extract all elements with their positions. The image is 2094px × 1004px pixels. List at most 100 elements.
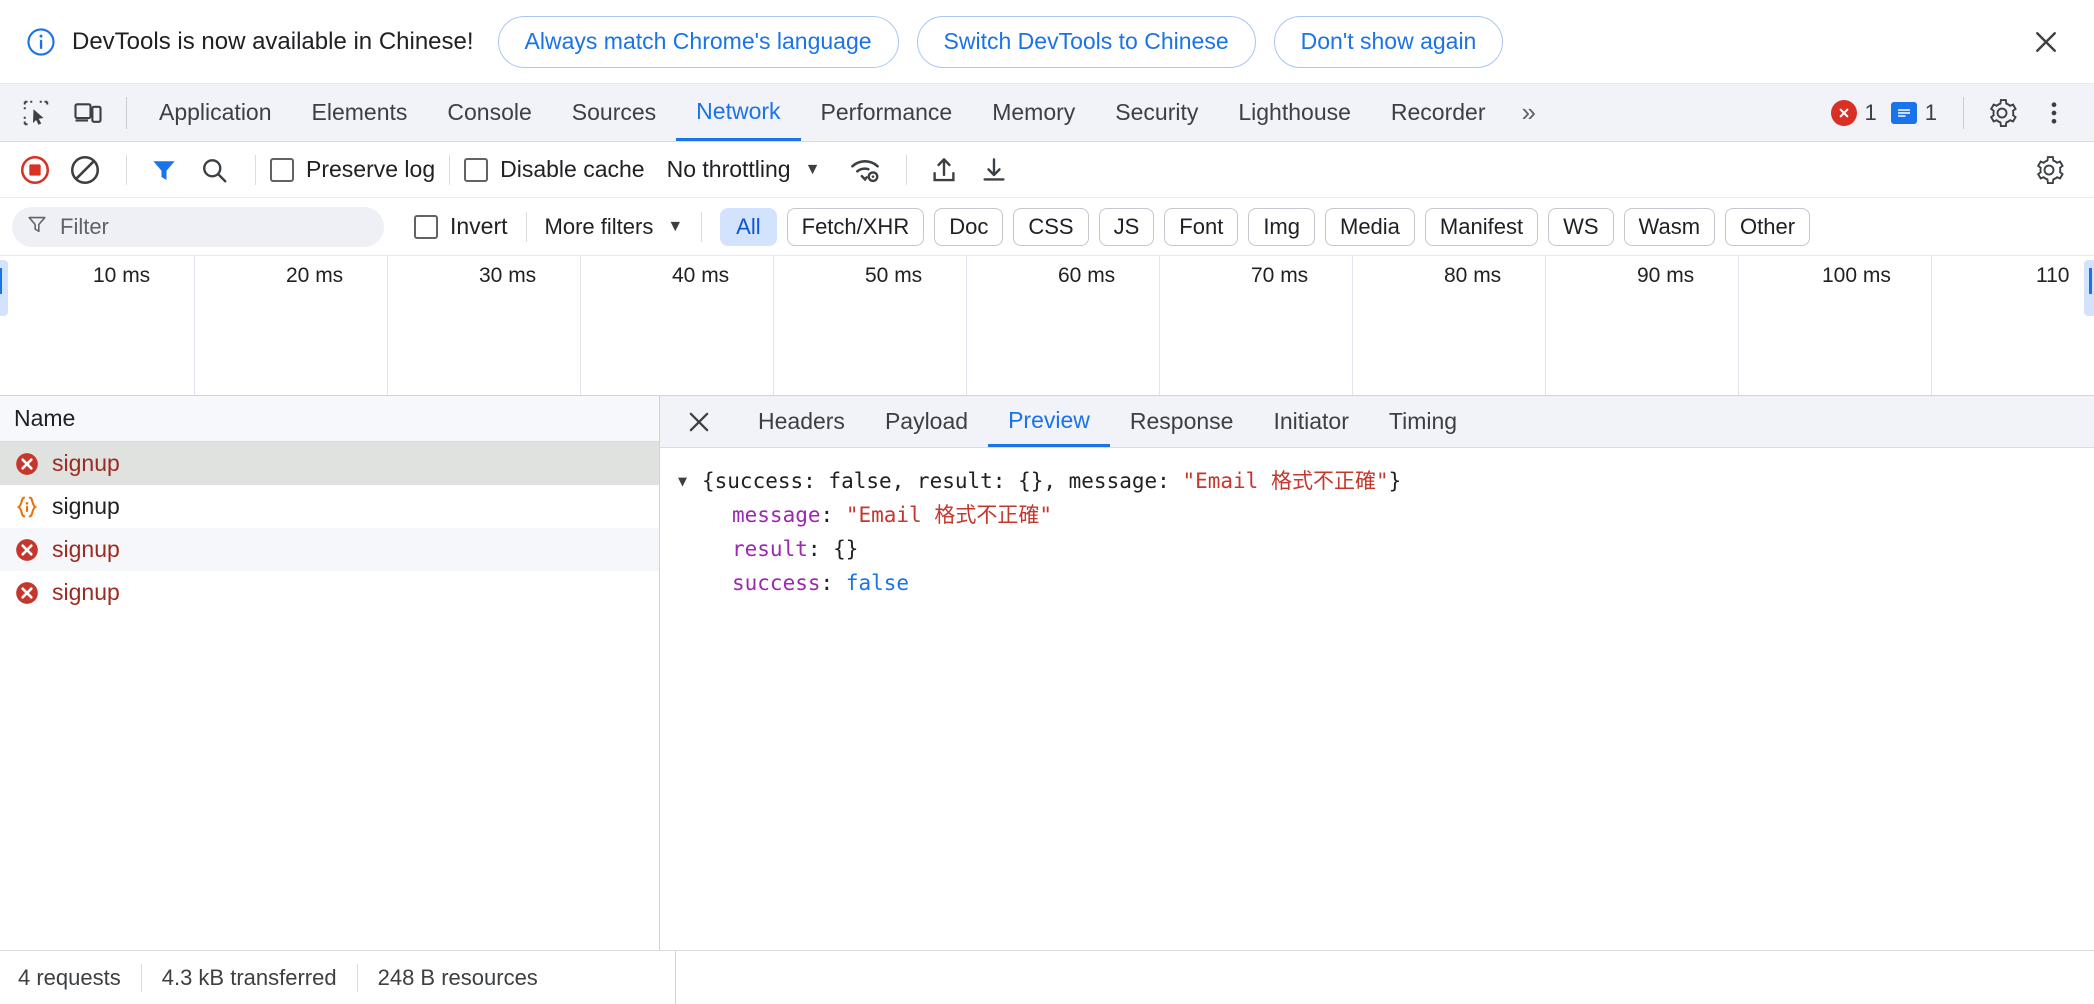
error-badge[interactable]: 1 (1830, 99, 1877, 126)
tab-headers[interactable]: Headers (738, 397, 865, 447)
tab-lighthouse[interactable]: Lighthouse (1218, 85, 1371, 141)
chip-fetch-xhr[interactable]: Fetch/XHR (786, 207, 925, 246)
request-name: signup (52, 579, 120, 605)
dont-show-again-button[interactable]: Don't show again (1273, 15, 1504, 68)
chip-ws[interactable]: WS (1548, 207, 1614, 246)
clear-button[interactable] (62, 147, 108, 193)
tab-initiator[interactable]: Initiator (1253, 397, 1368, 447)
upload-icon[interactable] (921, 147, 967, 193)
close-icon[interactable] (2024, 20, 2068, 64)
message-badge[interactable]: 1 (1890, 100, 1937, 126)
toolbar-divider-3 (449, 154, 451, 185)
language-banner: DevTools is now available in Chinese! Al… (0, 0, 2094, 84)
tab-security[interactable]: Security (1095, 85, 1218, 141)
toolbar-divider-4 (906, 154, 908, 185)
search-input[interactable]: Filter (12, 206, 384, 247)
error-icon (14, 537, 40, 563)
chip-all[interactable]: All (720, 207, 777, 246)
filter-bar: Filter Invert More filters ▼ All Fetch/X… (0, 198, 2094, 256)
table-row[interactable]: signup (0, 442, 659, 485)
kebab-menu-icon[interactable] (2032, 91, 2076, 135)
request-list-header: Name (0, 396, 659, 442)
chip-js[interactable]: JS (1098, 207, 1155, 246)
more-tabs-icon[interactable]: » (1506, 97, 1550, 128)
timeline-overview[interactable]: 10 ms 20 ms 30 ms 40 ms 50 ms 60 ms 70 m… (0, 256, 2094, 396)
status-bar: 4 requests 4.3 kB transferred 248 B reso… (0, 950, 2094, 1004)
tick-label: 20 ms (286, 264, 344, 287)
table-row[interactable]: signup (0, 485, 659, 528)
chip-other[interactable]: Other (1725, 207, 1811, 246)
json-property-message[interactable]: message : "Email 格式不正確" (678, 498, 2094, 532)
invert-checkbox[interactable]: Invert (414, 213, 508, 240)
tick-label: 50 ms (865, 264, 923, 287)
tab-preview[interactable]: Preview (988, 397, 1110, 447)
tab-timing[interactable]: Timing (1369, 397, 1477, 447)
tab-network[interactable]: Network (676, 85, 801, 141)
json-summary-line[interactable]: ▼ {success: false, result: {}, message: … (678, 464, 2094, 498)
tab-console[interactable]: Console (427, 85, 551, 141)
json-value: false (845, 571, 910, 595)
chevron-down-icon: ▼ (667, 217, 684, 235)
request-detail-pane: Headers Payload Preview Response Initiat… (660, 396, 2094, 950)
json-key: message (732, 503, 821, 527)
column-header-name: Name (14, 405, 76, 431)
invert-label: Invert (450, 213, 508, 239)
tab-response[interactable]: Response (1110, 397, 1254, 447)
always-match-language-button[interactable]: Always match Chrome's language (497, 15, 899, 68)
gear-icon[interactable] (1980, 91, 2024, 135)
json-property-result[interactable]: result : {} (678, 532, 2094, 566)
more-filters-dropdown[interactable]: More filters ▼ (545, 214, 684, 240)
tick-label: 30 ms (479, 264, 537, 287)
chip-manifest[interactable]: Manifest (1424, 207, 1539, 246)
download-icon[interactable] (971, 147, 1017, 193)
tab-payload[interactable]: Payload (865, 397, 988, 447)
close-icon[interactable] (678, 401, 720, 443)
switch-to-chinese-button[interactable]: Switch DevTools to Chinese (916, 15, 1256, 68)
table-row[interactable]: signup (0, 571, 659, 614)
invert-box (414, 214, 438, 239)
chip-wasm[interactable]: Wasm (1623, 207, 1716, 246)
tab-application[interactable]: Application (139, 85, 292, 141)
gear-icon[interactable] (2026, 147, 2072, 193)
filter-icon[interactable] (141, 147, 187, 193)
overview-right-handle[interactable] (2084, 260, 2094, 316)
toolbar-divider-2 (255, 154, 256, 185)
expand-arrow-icon[interactable]: ▼ (678, 464, 698, 498)
chip-media[interactable]: Media (1325, 207, 1415, 246)
search-icon[interactable] (191, 147, 237, 193)
tab-elements[interactable]: Elements (292, 85, 428, 141)
error-icon (14, 451, 40, 477)
wifi-settings-icon[interactable] (842, 147, 888, 193)
device-toolbar-icon[interactable] (66, 91, 110, 135)
table-row[interactable]: signup (0, 528, 659, 571)
chip-css[interactable]: CSS (1013, 207, 1089, 246)
preserve-log-checkbox[interactable]: Preserve log (270, 156, 435, 183)
info-icon (26, 27, 56, 57)
chip-font[interactable]: Font (1164, 207, 1239, 246)
json-summary-string: "Email 格式不正確" (1182, 469, 1389, 493)
tabbar-divider (126, 96, 127, 129)
tick-label: 90 ms (1637, 264, 1695, 287)
request-count: 4 requests (18, 964, 121, 990)
transferred-size: 4.3 kB transferred (161, 964, 337, 990)
tab-performance[interactable]: Performance (801, 85, 973, 141)
tab-recorder[interactable]: Recorder (1371, 85, 1506, 141)
chip-img[interactable]: Img (1248, 207, 1315, 246)
tabbar-right-controls: 1 1 (1830, 91, 2094, 135)
banner-message: DevTools is now available in Chinese! (72, 27, 474, 55)
record-button[interactable] (12, 147, 58, 193)
request-list-pane: Name signup signup signup signup (0, 396, 660, 950)
tick-label: 40 ms (672, 264, 730, 287)
inspect-element-icon[interactable] (14, 91, 58, 135)
json-property-success[interactable]: success : false (678, 566, 2094, 600)
tab-memory[interactable]: Memory (972, 85, 1095, 141)
tick-label: 110 (2036, 264, 2070, 287)
tab-sources[interactable]: Sources (552, 85, 676, 141)
preserve-log-label: Preserve log (306, 156, 436, 182)
network-toolbar-right (2026, 147, 2094, 193)
chip-doc[interactable]: Doc (934, 207, 1004, 246)
json-icon (14, 494, 40, 520)
throttling-select[interactable]: No throttling ▼ (667, 156, 821, 183)
tabbar-right-divider (1963, 96, 1964, 129)
disable-cache-checkbox[interactable]: Disable cache (464, 156, 645, 183)
